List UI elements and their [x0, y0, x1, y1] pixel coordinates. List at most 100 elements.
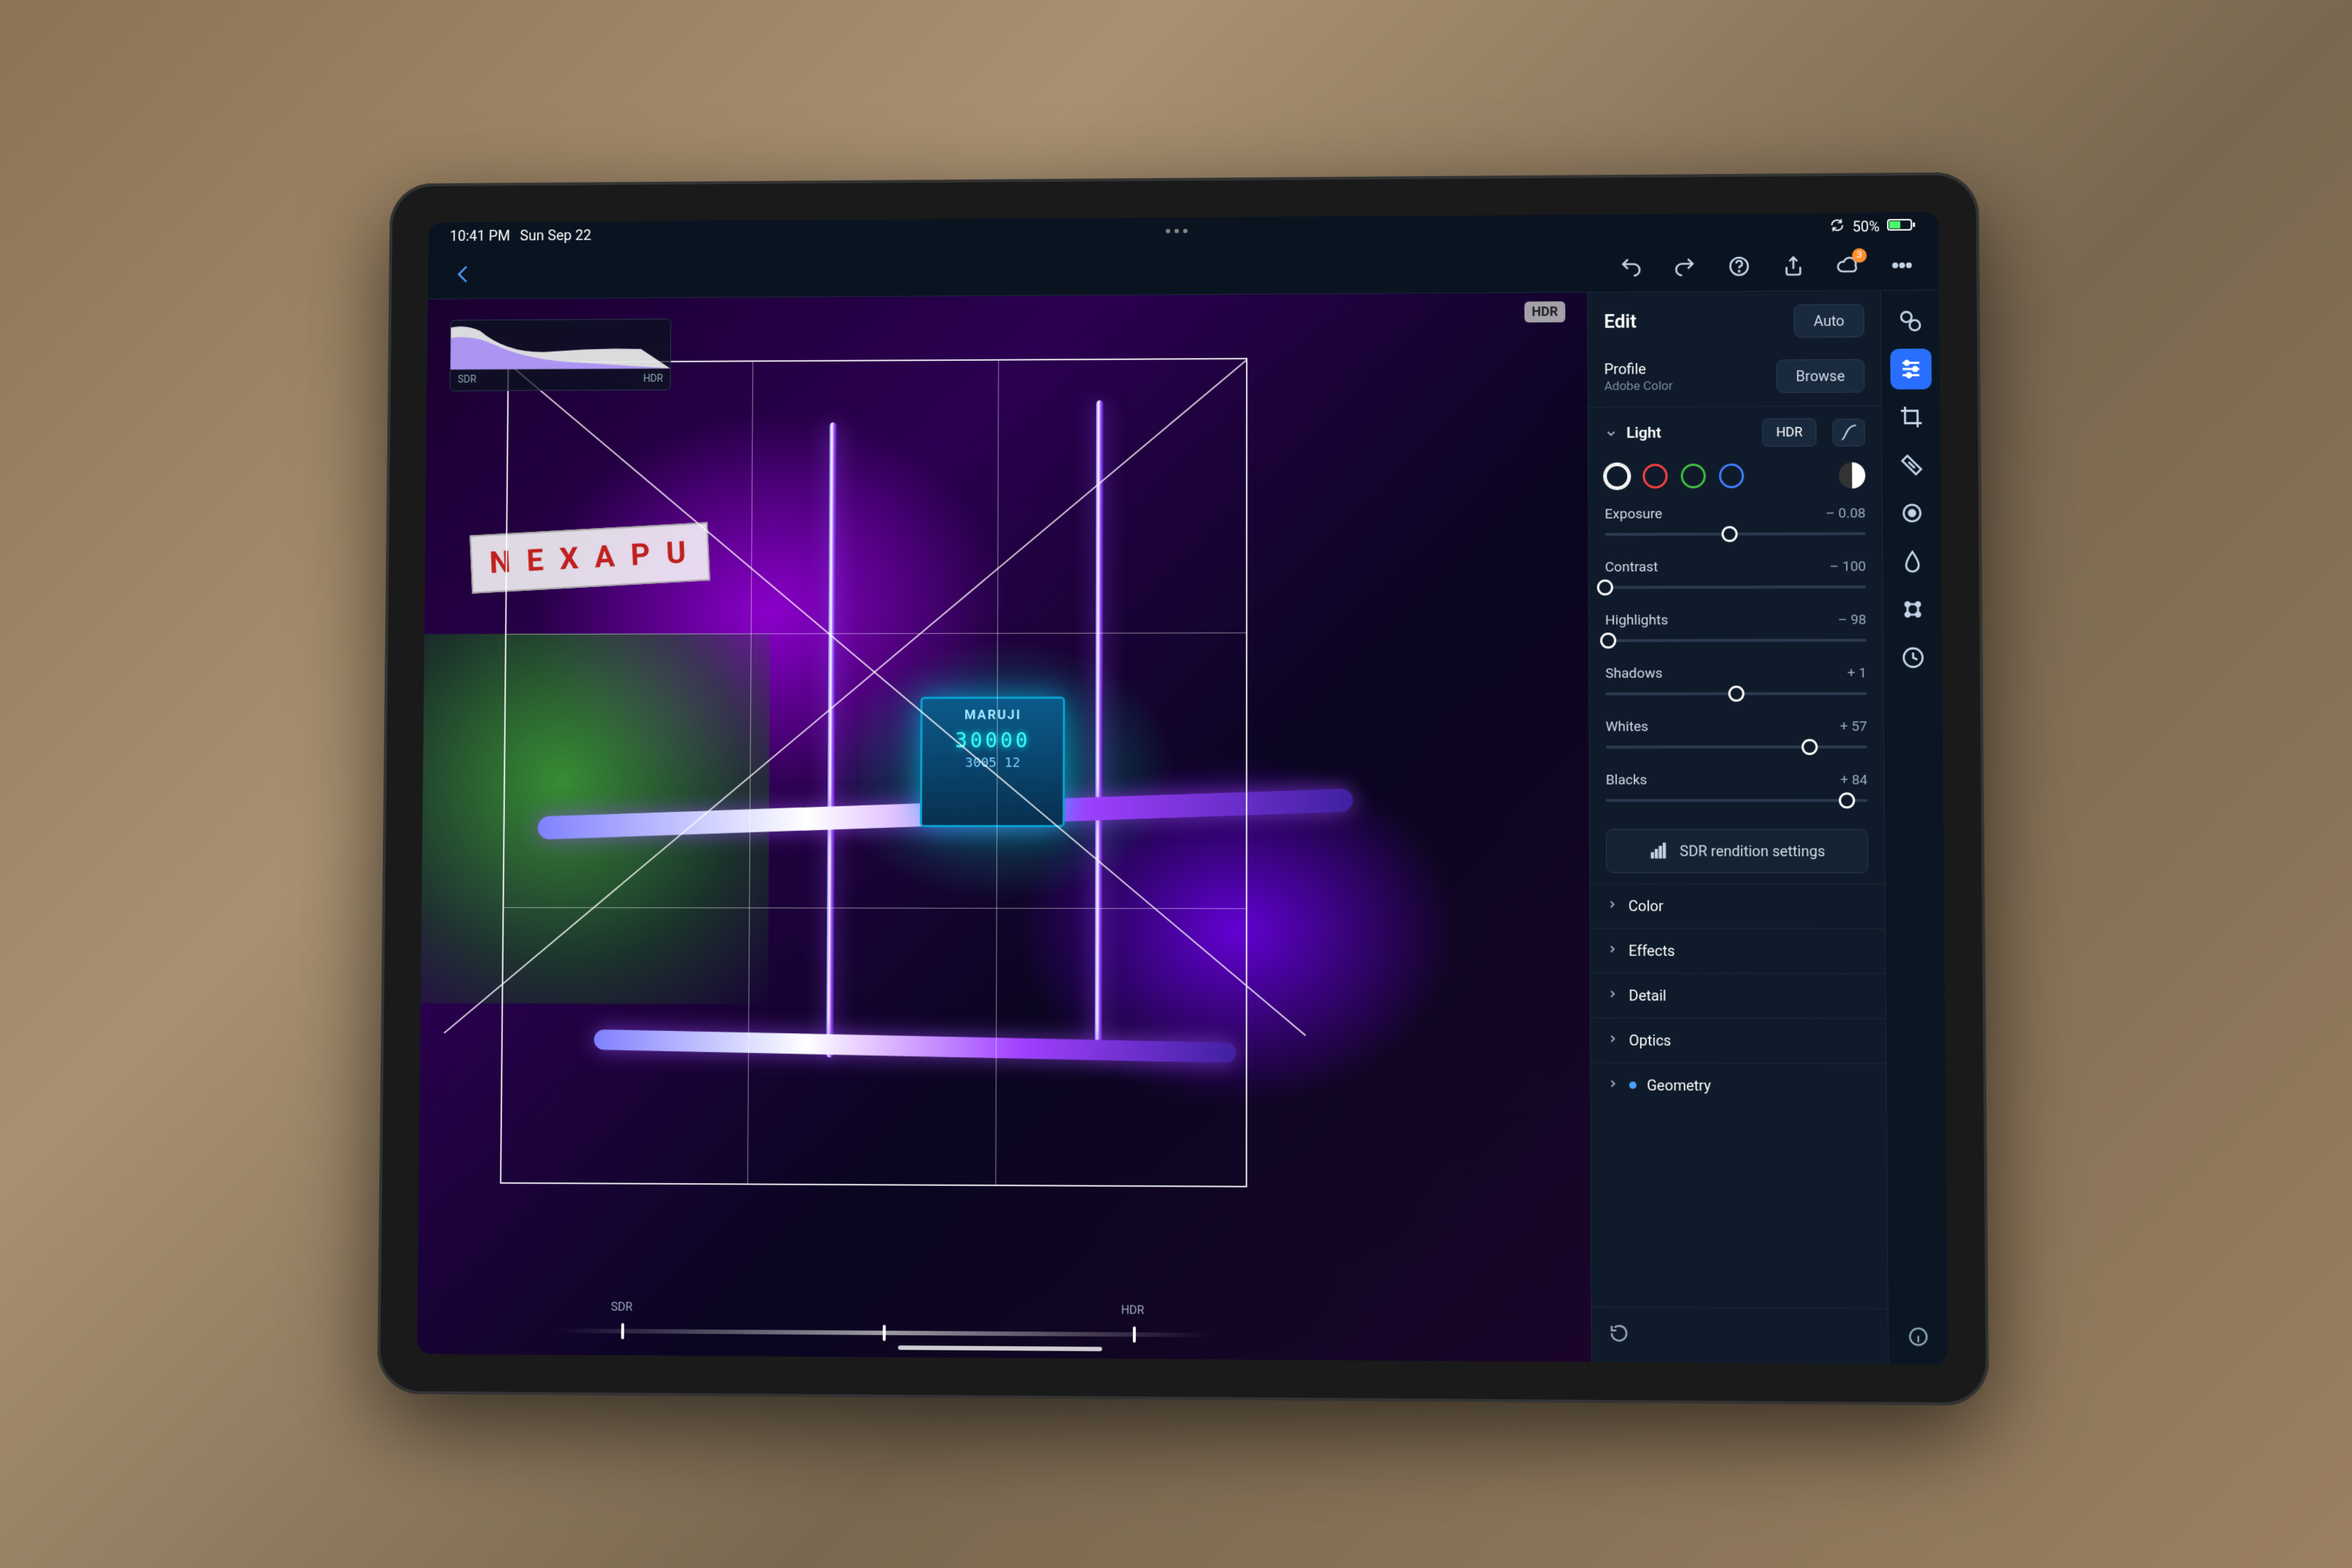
slider-value: – 0.08: [1826, 504, 1866, 521]
undo-button[interactable]: [1616, 252, 1645, 281]
slider-label: Exposure: [1605, 505, 1662, 522]
ipad-frame: 10:41 PM Sun Sep 22 50%: [377, 172, 1989, 1405]
multitask-dots[interactable]: [1166, 228, 1188, 233]
reset-icon[interactable]: [1608, 1322, 1631, 1348]
bw-toggle-icon[interactable]: [1839, 462, 1866, 488]
channel-blue[interactable]: [1719, 463, 1744, 487]
screen: 10:41 PM Sun Sep 22 50%: [417, 212, 1947, 1364]
slider-track[interactable]: [1605, 685, 1867, 701]
histo-hdr-label: HDR: [643, 373, 663, 384]
channel-green[interactable]: [1681, 463, 1706, 488]
section-effects[interactable]: Effects: [1590, 928, 1885, 973]
histo-sdr-label: SDR: [458, 373, 477, 385]
redo-button[interactable]: [1670, 252, 1699, 281]
light-title: Light: [1626, 423, 1754, 442]
slider-track[interactable]: [1605, 632, 1867, 648]
range-hdr-label: HDR: [1121, 1302, 1144, 1316]
app-body: N E X A P U MARUJI 30000 3005 12: [417, 290, 1947, 1364]
healing-tool[interactable]: [1891, 444, 1932, 485]
cloud-sync-button[interactable]: 3: [1833, 250, 1863, 279]
section-title: Detail: [1629, 986, 1666, 1003]
section-optics[interactable]: Optics: [1591, 1017, 1886, 1063]
chevron-down-icon: [1605, 426, 1618, 439]
range-sdr-label: SDR: [611, 1300, 632, 1313]
profile-row: Profile Adobe Color Browse: [1588, 350, 1881, 407]
slider-label: Shadows: [1605, 664, 1663, 681]
chevron-right-icon: [1607, 943, 1618, 958]
slider-label: Highlights: [1605, 611, 1669, 628]
edit-header: Edit Auto: [1588, 290, 1880, 351]
adjust-tool[interactable]: [1890, 349, 1931, 389]
slider-value: + 84: [1840, 771, 1868, 787]
slider-value: – 100: [1829, 557, 1866, 574]
chevron-right-icon: [1606, 898, 1618, 912]
slider-track[interactable]: [1606, 792, 1868, 808]
section-active-dot: [1629, 1081, 1637, 1089]
more-button[interactable]: [1887, 250, 1917, 279]
crop-overlay[interactable]: [500, 357, 1248, 1187]
section-detail[interactable]: Detail: [1590, 972, 1886, 1018]
slider-whites[interactable]: Whites + 57: [1589, 712, 1883, 765]
water-tool[interactable]: [1891, 541, 1933, 581]
profile-label: Profile: [1604, 359, 1672, 377]
versions-tool[interactable]: [1892, 637, 1934, 677]
sdr-rendition-label: SDR rendition settings: [1680, 842, 1825, 859]
edit-panel: Edit Auto Profile Adobe Color Browse Lig…: [1587, 290, 1888, 1364]
sync-icon: [1829, 217, 1845, 236]
section-title: Color: [1629, 896, 1664, 914]
section-geometry[interactable]: Geometry: [1591, 1062, 1886, 1107]
chevron-right-icon: [1607, 987, 1618, 1002]
slider-track[interactable]: [1605, 578, 1867, 595]
hdr-toggle[interactable]: HDR: [1762, 418, 1816, 446]
status-date: Sun Sep 22: [520, 226, 591, 244]
crop-tool[interactable]: [1890, 396, 1931, 437]
slider-shadows[interactable]: Shadows + 1: [1589, 658, 1883, 712]
status-left: 10:41 PM Sun Sep 22: [450, 226, 592, 244]
browse-button[interactable]: Browse: [1776, 359, 1865, 392]
effects-tool[interactable]: [1891, 589, 1933, 629]
slider-blacks[interactable]: Blacks + 84: [1589, 765, 1884, 819]
section-color[interactable]: Color: [1590, 883, 1885, 928]
chevron-right-icon: [1607, 1078, 1618, 1092]
home-indicator[interactable]: [898, 1345, 1102, 1351]
tone-curve-button[interactable]: [1832, 418, 1865, 445]
sdr-rendition-button[interactable]: SDR rendition settings: [1606, 829, 1868, 873]
panel-footer: [1592, 1306, 1888, 1364]
slider-label: Whites: [1605, 717, 1648, 734]
edit-title: Edit: [1604, 311, 1637, 333]
slider-exposure[interactable]: Exposure – 0.08: [1589, 498, 1882, 552]
slider-contrast[interactable]: Contrast – 100: [1589, 552, 1883, 605]
tool-rail: [1880, 290, 1948, 1364]
channel-luma[interactable]: [1605, 463, 1629, 488]
slider-track[interactable]: [1605, 525, 1866, 542]
share-button[interactable]: [1779, 251, 1808, 280]
histogram[interactable]: SDR HDR: [450, 319, 672, 391]
section-title: Optics: [1629, 1031, 1671, 1048]
photo-canvas[interactable]: N E X A P U MARUJI 30000 3005 12: [417, 292, 1591, 1362]
auto-button[interactable]: Auto: [1794, 303, 1864, 337]
section-title: Effects: [1629, 942, 1675, 959]
battery-icon: [1887, 217, 1917, 235]
chevron-right-icon: [1607, 1032, 1618, 1047]
slider-track[interactable]: [1605, 739, 1867, 755]
app-toolbar: 3: [428, 239, 1939, 299]
back-button[interactable]: [449, 259, 477, 287]
slider-label: Contrast: [1605, 558, 1658, 575]
status-time: 10:41 PM: [450, 226, 510, 244]
slider-value: – 98: [1838, 610, 1866, 627]
slider-highlights[interactable]: Highlights – 98: [1589, 605, 1883, 658]
channel-red[interactable]: [1642, 463, 1667, 488]
presets-tool[interactable]: [1889, 301, 1931, 341]
cloud-badge: 3: [1852, 247, 1867, 262]
section-title: Geometry: [1647, 1076, 1711, 1094]
light-section-header[interactable]: Light HDR: [1589, 406, 1882, 459]
slider-label: Blacks: [1606, 771, 1648, 787]
info-button[interactable]: [1907, 1325, 1929, 1350]
slider-value: + 57: [1840, 717, 1867, 734]
profile-value: Adobe Color: [1604, 378, 1672, 393]
channel-selector: [1589, 458, 1882, 499]
status-right: 50%: [1821, 216, 1917, 236]
masking-tool[interactable]: [1891, 493, 1932, 533]
help-button[interactable]: [1725, 251, 1754, 280]
hdr-badge[interactable]: HDR: [1525, 301, 1565, 322]
